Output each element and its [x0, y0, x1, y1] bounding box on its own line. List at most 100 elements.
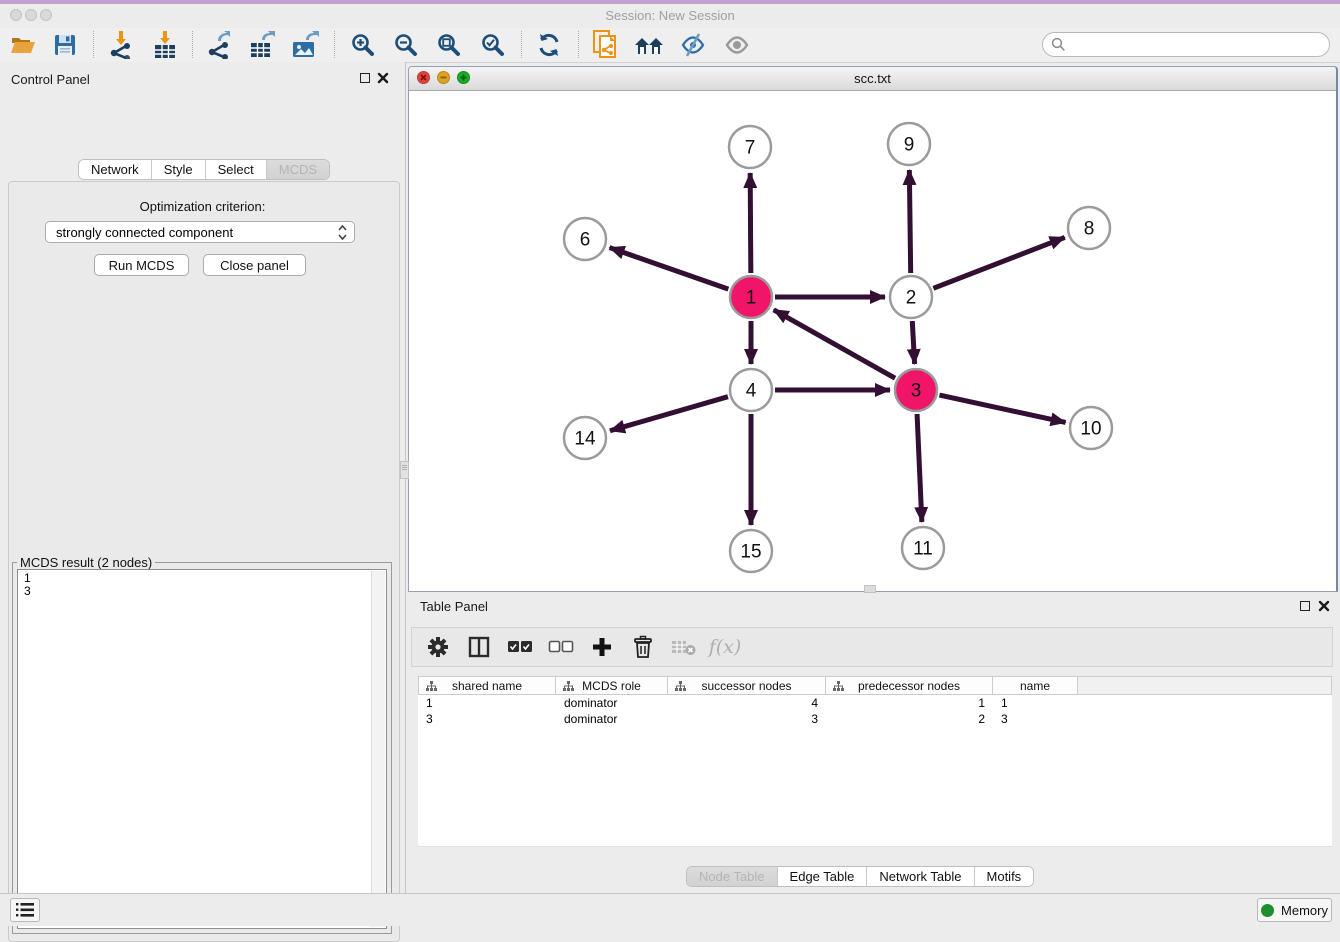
graph-node-8[interactable]: 8 [1068, 207, 1110, 249]
tree-icon [833, 681, 844, 692]
graph-edge-4-14[interactable] [610, 397, 728, 431]
tab-network-table[interactable]: Network Table [866, 867, 973, 886]
graph-edge-1-6[interactable] [610, 248, 729, 290]
search-icon [1051, 37, 1066, 52]
open-session-icon[interactable] [6, 30, 40, 60]
control-panel-float-icon[interactable] [360, 73, 370, 83]
export-network-icon[interactable] [202, 30, 236, 60]
toolbar-separator [334, 31, 335, 58]
graph-edge-1-7[interactable] [750, 173, 751, 273]
column-header-name[interactable]: name [993, 676, 1078, 695]
graph-node-14[interactable]: 14 [564, 417, 606, 459]
first-neighbors-icon[interactable] [632, 30, 666, 60]
svg-text:10: 10 [1080, 419, 1101, 440]
svg-text:9: 9 [904, 135, 915, 156]
toolbar-separator [521, 31, 522, 58]
show-hide-details-eye-icon[interactable] [676, 30, 710, 60]
select-all-rows-icon[interactable] [506, 633, 534, 661]
svg-text:11: 11 [913, 539, 933, 560]
column-header-shared-name[interactable]: shared name [418, 676, 556, 695]
control-panel-close-icon[interactable] [377, 72, 389, 84]
svg-text:14: 14 [574, 429, 596, 450]
table-row-2[interactable]: 3dominator323 [418, 711, 1332, 727]
toolbar-search[interactable] [1042, 32, 1330, 57]
delete-column-icon-disabled [670, 633, 698, 661]
tab-motifs[interactable]: Motifs [974, 867, 1034, 886]
graph-edge-3-10[interactable] [939, 395, 1065, 422]
graph-edge-2-8[interactable] [933, 237, 1064, 288]
column-header-mcds-role[interactable]: MCDS role [556, 676, 668, 695]
graph-node-4[interactable]: 4 [730, 369, 772, 411]
network-view-window: scc.txt 1 2 3 4 6 7 8 9 10 11 14 15 [408, 66, 1338, 592]
tab-network[interactable]: Network [79, 160, 151, 179]
graph-node-6[interactable]: 6 [564, 218, 606, 260]
deselect-all-rows-icon[interactable] [547, 633, 575, 661]
tree-icon [563, 681, 574, 692]
table-panel-tabs: Node Table Edge Table Network Table Moti… [686, 866, 1034, 887]
table-panel-close-icon[interactable] [1318, 600, 1330, 612]
table-header-row: shared name MCDS role successor nodes pr… [418, 676, 1332, 695]
network-window-titlebar[interactable]: scc.txt [409, 67, 1336, 91]
zoom-fit-icon[interactable] [432, 30, 466, 60]
import-table-icon[interactable] [148, 30, 182, 60]
create-column-plus-icon[interactable] [588, 633, 616, 661]
column-header-filler [1078, 676, 1332, 695]
network-graph-canvas[interactable]: 1 2 3 4 6 7 8 9 10 11 14 15 [409, 90, 1335, 591]
zoom-out-icon[interactable] [389, 30, 423, 60]
save-session-icon[interactable] [48, 30, 82, 60]
graph-node-7[interactable]: 7 [729, 126, 771, 168]
criterion-dropdown[interactable]: strongly connected component [45, 221, 355, 243]
birdseye-view-eye-icon[interactable] [720, 30, 754, 60]
tab-node-table[interactable]: Node Table [687, 867, 777, 886]
mcds-result-text: 1 3 [24, 572, 386, 598]
table-cell: 3 [418, 712, 556, 726]
show-column-panel-icon[interactable] [465, 633, 493, 661]
table-cell: dominator [556, 712, 668, 726]
tab-edge-table[interactable]: Edge Table [777, 867, 867, 886]
graph-node-11[interactable]: 11 [902, 527, 944, 569]
graph-edge-2-3[interactable] [912, 321, 914, 364]
splitter-grip-vertical[interactable] [400, 461, 409, 479]
zoom-in-icon[interactable] [346, 30, 380, 60]
graph-edge-3-11[interactable] [917, 414, 922, 522]
search-input[interactable] [1071, 35, 1329, 55]
graph-node-2[interactable]: 2 [890, 276, 932, 318]
memory-button[interactable]: Memory [1257, 898, 1332, 922]
table-options-gear-icon[interactable] [424, 633, 452, 661]
graph-node-9[interactable]: 9 [888, 123, 930, 165]
export-table-icon[interactable] [245, 30, 279, 60]
tab-select[interactable]: Select [205, 160, 266, 179]
svg-text:7: 7 [745, 138, 756, 159]
delete-rows-trash-icon[interactable] [629, 633, 657, 661]
tab-mcds[interactable]: MCDS [266, 160, 329, 179]
toolbar-separator [93, 31, 94, 58]
close-panel-button[interactable]: Close panel [203, 254, 306, 276]
column-header-predecessor-nodes[interactable]: predecessor nodes [826, 676, 993, 695]
network-from-selection-icon[interactable] [588, 30, 622, 60]
table-cell: 2 [826, 712, 993, 726]
network-window-title: scc.txt [409, 71, 1336, 86]
run-mcds-button[interactable]: Run MCDS [94, 254, 189, 276]
table-panel-float-icon[interactable] [1300, 601, 1310, 611]
tab-style[interactable]: Style [151, 160, 205, 179]
result-scrollbar[interactable] [371, 571, 385, 927]
zoom-selected-icon[interactable] [476, 30, 510, 60]
toolbar-separator [578, 31, 579, 58]
table-panel-title: Table Panel [420, 599, 488, 614]
graph-node-3[interactable]: 3 [895, 369, 937, 411]
graph-node-10[interactable]: 10 [1070, 407, 1112, 449]
graph-node-1[interactable]: 1 [730, 276, 772, 318]
automation-panel-button[interactable] [10, 898, 40, 922]
node-table-body[interactable]: 1dominator4113dominator323 [418, 695, 1332, 847]
refresh-layout-icon[interactable] [532, 30, 566, 60]
import-network-icon[interactable] [104, 30, 138, 60]
mcds-result-area[interactable]: 1 3 [17, 569, 387, 929]
graph-edge-2-9[interactable] [909, 170, 910, 273]
column-header-successor-nodes[interactable]: successor nodes [668, 676, 826, 695]
svg-text:6: 6 [580, 230, 591, 251]
graph-node-15[interactable]: 15 [730, 530, 772, 572]
table-row-1[interactable]: 1dominator411 [418, 695, 1332, 711]
export-image-icon[interactable] [288, 30, 322, 60]
splitter-grip-horizontal[interactable] [864, 585, 876, 593]
graph-edge-3-1[interactable] [774, 310, 895, 378]
